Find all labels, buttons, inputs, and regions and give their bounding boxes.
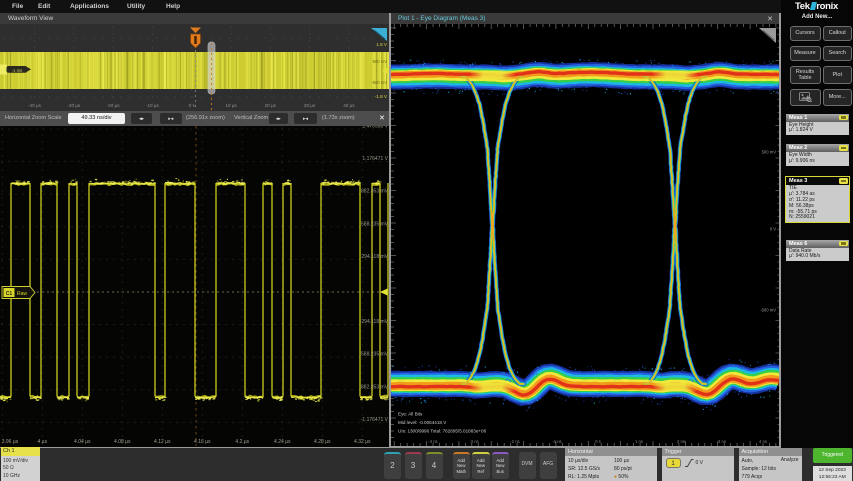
- svg-text:500 mV: 500 mV: [373, 59, 388, 64]
- svg-text:Eye: All Bits: Eye: All Bits: [398, 412, 423, 417]
- svg-text:4.16 µs: 4.16 µs: [194, 439, 211, 445]
- svg-text:4.04 µs: 4.04 µs: [74, 439, 91, 445]
- svg-text:-500 mV: -500 mV: [371, 80, 387, 85]
- svg-text:Raw: Raw: [17, 291, 27, 297]
- svg-text:1 ns: 1 ns: [635, 439, 643, 444]
- svg-text:-20 µs: -20 µs: [107, 103, 121, 108]
- svg-text:10 µs: 10 µs: [225, 103, 237, 108]
- svg-text:4 ns: 4 ns: [759, 439, 767, 444]
- svg-text:294.118 mV: 294.118 mV: [361, 254, 388, 260]
- svg-text:UIs: 1300/9996 Total: 762: UIs: 1300/9996 Total: 762895/5.01883e+06: [398, 429, 487, 434]
- svg-text:1.470588 V: 1.470588 V: [362, 126, 388, 130]
- svg-text:-4 ns: -4 ns: [428, 439, 437, 444]
- svg-text:-588.235 mV: -588.235 mV: [359, 352, 388, 358]
- svg-text:3.96 µs: 3.96 µs: [2, 439, 19, 445]
- svg-text:882.353 mV: 882.353 mV: [361, 189, 389, 195]
- svg-text:40 µs: 40 µs: [343, 103, 355, 108]
- svg-text:4.2 µs: 4.2 µs: [235, 439, 249, 445]
- svg-text:30 µs: 30 µs: [304, 103, 316, 108]
- svg-text:Mid level: -0.0054418 V: Mid level: -0.0054418 V: [398, 420, 447, 425]
- svg-text:-882.353 mV: -882.353 mV: [359, 384, 388, 390]
- svg-text:4.08 µs: 4.08 µs: [114, 439, 131, 445]
- svg-text:-1.176471 V: -1.176471 V: [361, 417, 389, 423]
- svg-text:4.28 µs: 4.28 µs: [314, 439, 331, 445]
- svg-text:-500 mV: -500 mV: [760, 308, 776, 313]
- svg-text:4 µs: 4 µs: [38, 439, 48, 445]
- svg-text:3 ns: 3 ns: [718, 439, 726, 444]
- svg-text:1.8 V: 1.8 V: [376, 42, 388, 47]
- svg-text:4.24 µs: 4.24 µs: [274, 439, 291, 445]
- svg-text:-10 µs: -10 µs: [146, 103, 160, 108]
- svg-text:0 V: 0 V: [770, 227, 776, 232]
- svg-text:588.235 mV: 588.235 mV: [361, 221, 389, 227]
- svg-text:-1 ms: -1 ms: [12, 68, 22, 73]
- svg-text:-40 µs: -40 µs: [28, 103, 42, 108]
- svg-text:1.176471 V: 1.176471 V: [362, 156, 388, 162]
- svg-text:0 s: 0 s: [189, 103, 196, 108]
- svg-text:20 µs: 20 µs: [265, 103, 277, 108]
- svg-text:-1.8 V: -1.8 V: [375, 94, 388, 99]
- svg-text:-2 ns: -2 ns: [510, 439, 519, 444]
- svg-text:4.12 µs: 4.12 µs: [154, 439, 171, 445]
- svg-text:2 ns: 2 ns: [677, 439, 685, 444]
- svg-text:-294.118 mV: -294.118 mV: [360, 319, 389, 325]
- svg-text:-1 ns: -1 ns: [552, 439, 561, 444]
- svg-text:500 mV: 500 mV: [762, 150, 777, 155]
- svg-text:0 s: 0 s: [595, 439, 601, 444]
- svg-text:C1: C1: [6, 291, 13, 297]
- svg-text:-3 ns: -3 ns: [469, 439, 478, 444]
- svg-text:-30 µs: -30 µs: [67, 103, 81, 108]
- svg-text:4.32 µs: 4.32 µs: [354, 439, 371, 445]
